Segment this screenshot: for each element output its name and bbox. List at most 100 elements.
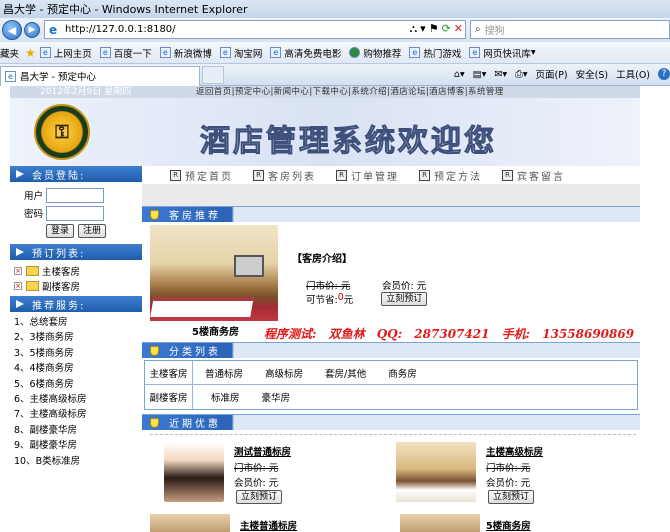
book-now-button[interactable]: 立刻预订 xyxy=(381,292,428,306)
category-table: 主楼客房 普通标房 高级标房 套房/其他 商务房 副楼客房 标准房 豪华房 xyxy=(144,360,638,410)
print-icon[interactable]: ⎙▾ xyxy=(515,69,527,80)
stop-icon[interactable]: ✕ xyxy=(454,22,463,36)
refresh-icon[interactable]: ⟳ xyxy=(442,22,451,36)
login-button[interactable]: 登录 xyxy=(46,224,75,238)
banner-title: 酒店管理系统欢迎您 xyxy=(200,124,497,160)
contact-slogan: 程序测试: 双鱼林 QQ: 287307421 手机: 13558690869 xyxy=(264,327,635,341)
home-icon[interactable]: ⌂▾ xyxy=(454,69,465,80)
list-item[interactable]: 2、3楼商务房 xyxy=(14,330,142,345)
menu-home[interactable]: R 预定首页 xyxy=(170,168,233,183)
username-input[interactable] xyxy=(46,187,104,203)
promo-header: 近期优惠 xyxy=(142,414,640,430)
door-price: 门市价: 元 xyxy=(306,281,351,292)
menu-icon: R xyxy=(170,169,181,181)
top-nav-links[interactable]: 返回首页|预定中心|新闻中心|下载中心|系统介绍|酒店论坛|酒店博客|系统管理 xyxy=(196,86,504,98)
search-input[interactable]: ⌕ 搜狗 xyxy=(470,20,670,39)
folder-icon xyxy=(26,265,39,276)
promo-photo[interactable] xyxy=(396,442,476,502)
mail-icon[interactable]: ✉▾ xyxy=(494,69,507,80)
compat-view-icon[interactable]: ⛬ xyxy=(409,22,417,36)
category-link[interactable]: 高级标房 xyxy=(265,366,303,380)
fav-star-icon[interactable]: ★ xyxy=(25,46,36,60)
divider xyxy=(150,434,636,435)
list-item[interactable]: 5、6楼商务房 xyxy=(14,377,142,392)
expand-icon[interactable]: × xyxy=(14,281,22,290)
register-button[interactable]: 注册 xyxy=(78,224,107,238)
url-input[interactable]: e http://127.0.0.1:8180/ ⛬ ▾ ⚑ ⟳ ✕ xyxy=(44,20,466,39)
globe-icon xyxy=(349,47,361,58)
password-input[interactable] xyxy=(46,205,104,221)
promo-book-button[interactable]: 立刻预订 xyxy=(236,490,283,504)
tools-menu[interactable]: 工具(O) xyxy=(616,67,650,81)
promo-book-button[interactable]: 立刻预订 xyxy=(488,490,535,504)
list-item[interactable]: 6、主楼高级标房 xyxy=(14,392,142,407)
fav-item-home[interactable]: e 上网主页 xyxy=(39,46,92,60)
category-link[interactable]: 商务房 xyxy=(388,366,417,380)
list-item[interactable]: 7、主楼高级标房 xyxy=(14,407,142,422)
fav-item-baidu[interactable]: e 百度一下 xyxy=(99,46,152,60)
list-item[interactable]: 8、副楼豪华房 xyxy=(14,423,142,438)
web-page: 2012年2月9日 星期四 返回首页|预定中心|新闻中心|下载中心|系统介绍|酒… xyxy=(0,86,670,532)
promo-name[interactable]: 测试普通标房 xyxy=(234,444,291,458)
fav-item-taobao[interactable]: e 淘宝网 xyxy=(219,46,262,60)
fav-item-shopping[interactable]: 购物推荐 xyxy=(349,46,401,60)
page-menu[interactable]: 页面(P) xyxy=(536,67,568,81)
site-banner: ⚿ 酒店管理系统欢迎您 xyxy=(10,98,640,166)
tree-item-main[interactable]: × 主楼客房 xyxy=(10,263,142,278)
safety-menu[interactable]: 安全(S) xyxy=(576,67,608,81)
shield-icon xyxy=(150,209,159,220)
fav-item-webslice[interactable]: e 网页快讯库 ▾ xyxy=(469,46,536,60)
list-item[interactable]: 10、B类标准房 xyxy=(14,454,142,469)
list-item[interactable]: 3、5楼商务房 xyxy=(14,346,142,361)
help-icon[interactable]: ? xyxy=(658,68,670,80)
dropdown-icon[interactable]: ▾ xyxy=(420,22,426,36)
category-link[interactable]: 标准房 xyxy=(211,390,240,404)
menu-orders[interactable]: R 订单管理 xyxy=(336,168,399,183)
promo-photo[interactable] xyxy=(150,514,230,532)
promo-photo[interactable] xyxy=(400,514,480,532)
rss-icon[interactable]: ⚑ xyxy=(429,22,439,36)
room-photo[interactable] xyxy=(150,225,278,321)
favorites-button[interactable]: 藏夹 xyxy=(0,46,19,60)
price-row: 门市价: 元 会员价: 元 xyxy=(306,278,426,292)
arrow-icon xyxy=(16,300,24,308)
menu-rooms[interactable]: R 客房列表 xyxy=(253,168,316,183)
menu-guestbook[interactable]: R 宾客留言 xyxy=(502,168,565,183)
promo-name[interactable]: 主楼高级标房 xyxy=(486,444,543,458)
tree-item-annex[interactable]: × 副楼客房 xyxy=(10,278,142,293)
new-tab-button[interactable] xyxy=(202,65,224,84)
forward-icon[interactable]: ▶ xyxy=(24,22,40,38)
date-text: 2012年2月9日 星期四 xyxy=(40,87,132,97)
header-strip: 2012年2月9日 星期四 返回首页|预定中心|新闻中心|下载中心|系统介绍|酒… xyxy=(10,86,640,98)
tab-active[interactable]: e 昌大学 - 预定中心 xyxy=(0,65,200,86)
list-item[interactable]: 1、总统套房 xyxy=(14,315,142,330)
fav-item-movies[interactable]: e 高清免费电影 xyxy=(270,46,341,60)
login-buttons: 登录 注册 xyxy=(10,222,142,240)
promo-name[interactable]: 主楼普通标房 xyxy=(240,518,297,532)
booking-section-header: 预订列表: xyxy=(10,244,142,260)
tab-bar: e 昌大学 - 预定中心 ⌂▾ ▤▾ ✉▾ ⎙▾ 页面(P) 安全(S) 工具(… xyxy=(0,64,670,86)
promo-name[interactable]: 5楼商务房 xyxy=(486,518,531,532)
arrow-icon xyxy=(16,248,24,256)
window-title: 昌大学 - 预定中心 - Windows Internet Explorer xyxy=(3,3,248,16)
fav-item-games[interactable]: e 热门游戏 xyxy=(409,46,461,60)
category-link[interactable]: 普通标房 xyxy=(205,366,243,380)
list-item[interactable]: 9、副楼豪华房 xyxy=(14,438,142,453)
list-item[interactable]: 4、4楼商务房 xyxy=(14,361,142,376)
back-icon[interactable]: ◀ xyxy=(2,20,22,40)
main-menu: R 预定首页 R 客房列表 R 订单管理 R 预定方法 R 宾客留言 xyxy=(142,166,640,184)
page-icon: e xyxy=(99,47,111,58)
promo-photo[interactable] xyxy=(164,442,224,502)
fav-item-weibo[interactable]: e 新浪微博 xyxy=(159,46,212,60)
address-toolbar: ◀ ▶ e http://127.0.0.1:8180/ ⛬ ▾ ⚑ ⟳ ✕ ⌕… xyxy=(0,18,670,42)
tv-shape xyxy=(234,255,264,277)
arrow-icon xyxy=(16,170,24,178)
category-link[interactable]: 套房/其他 xyxy=(325,366,366,380)
page-icon: e xyxy=(159,47,171,58)
room-name[interactable]: 5楼商务房 xyxy=(192,323,239,338)
expand-icon[interactable]: × xyxy=(14,266,22,275)
promo-door-price: 门市价: 元 xyxy=(486,463,531,474)
feeds-icon[interactable]: ▤▾ xyxy=(473,69,487,80)
category-link[interactable]: 豪华房 xyxy=(262,390,291,404)
menu-howto[interactable]: R 预定方法 xyxy=(419,168,482,183)
